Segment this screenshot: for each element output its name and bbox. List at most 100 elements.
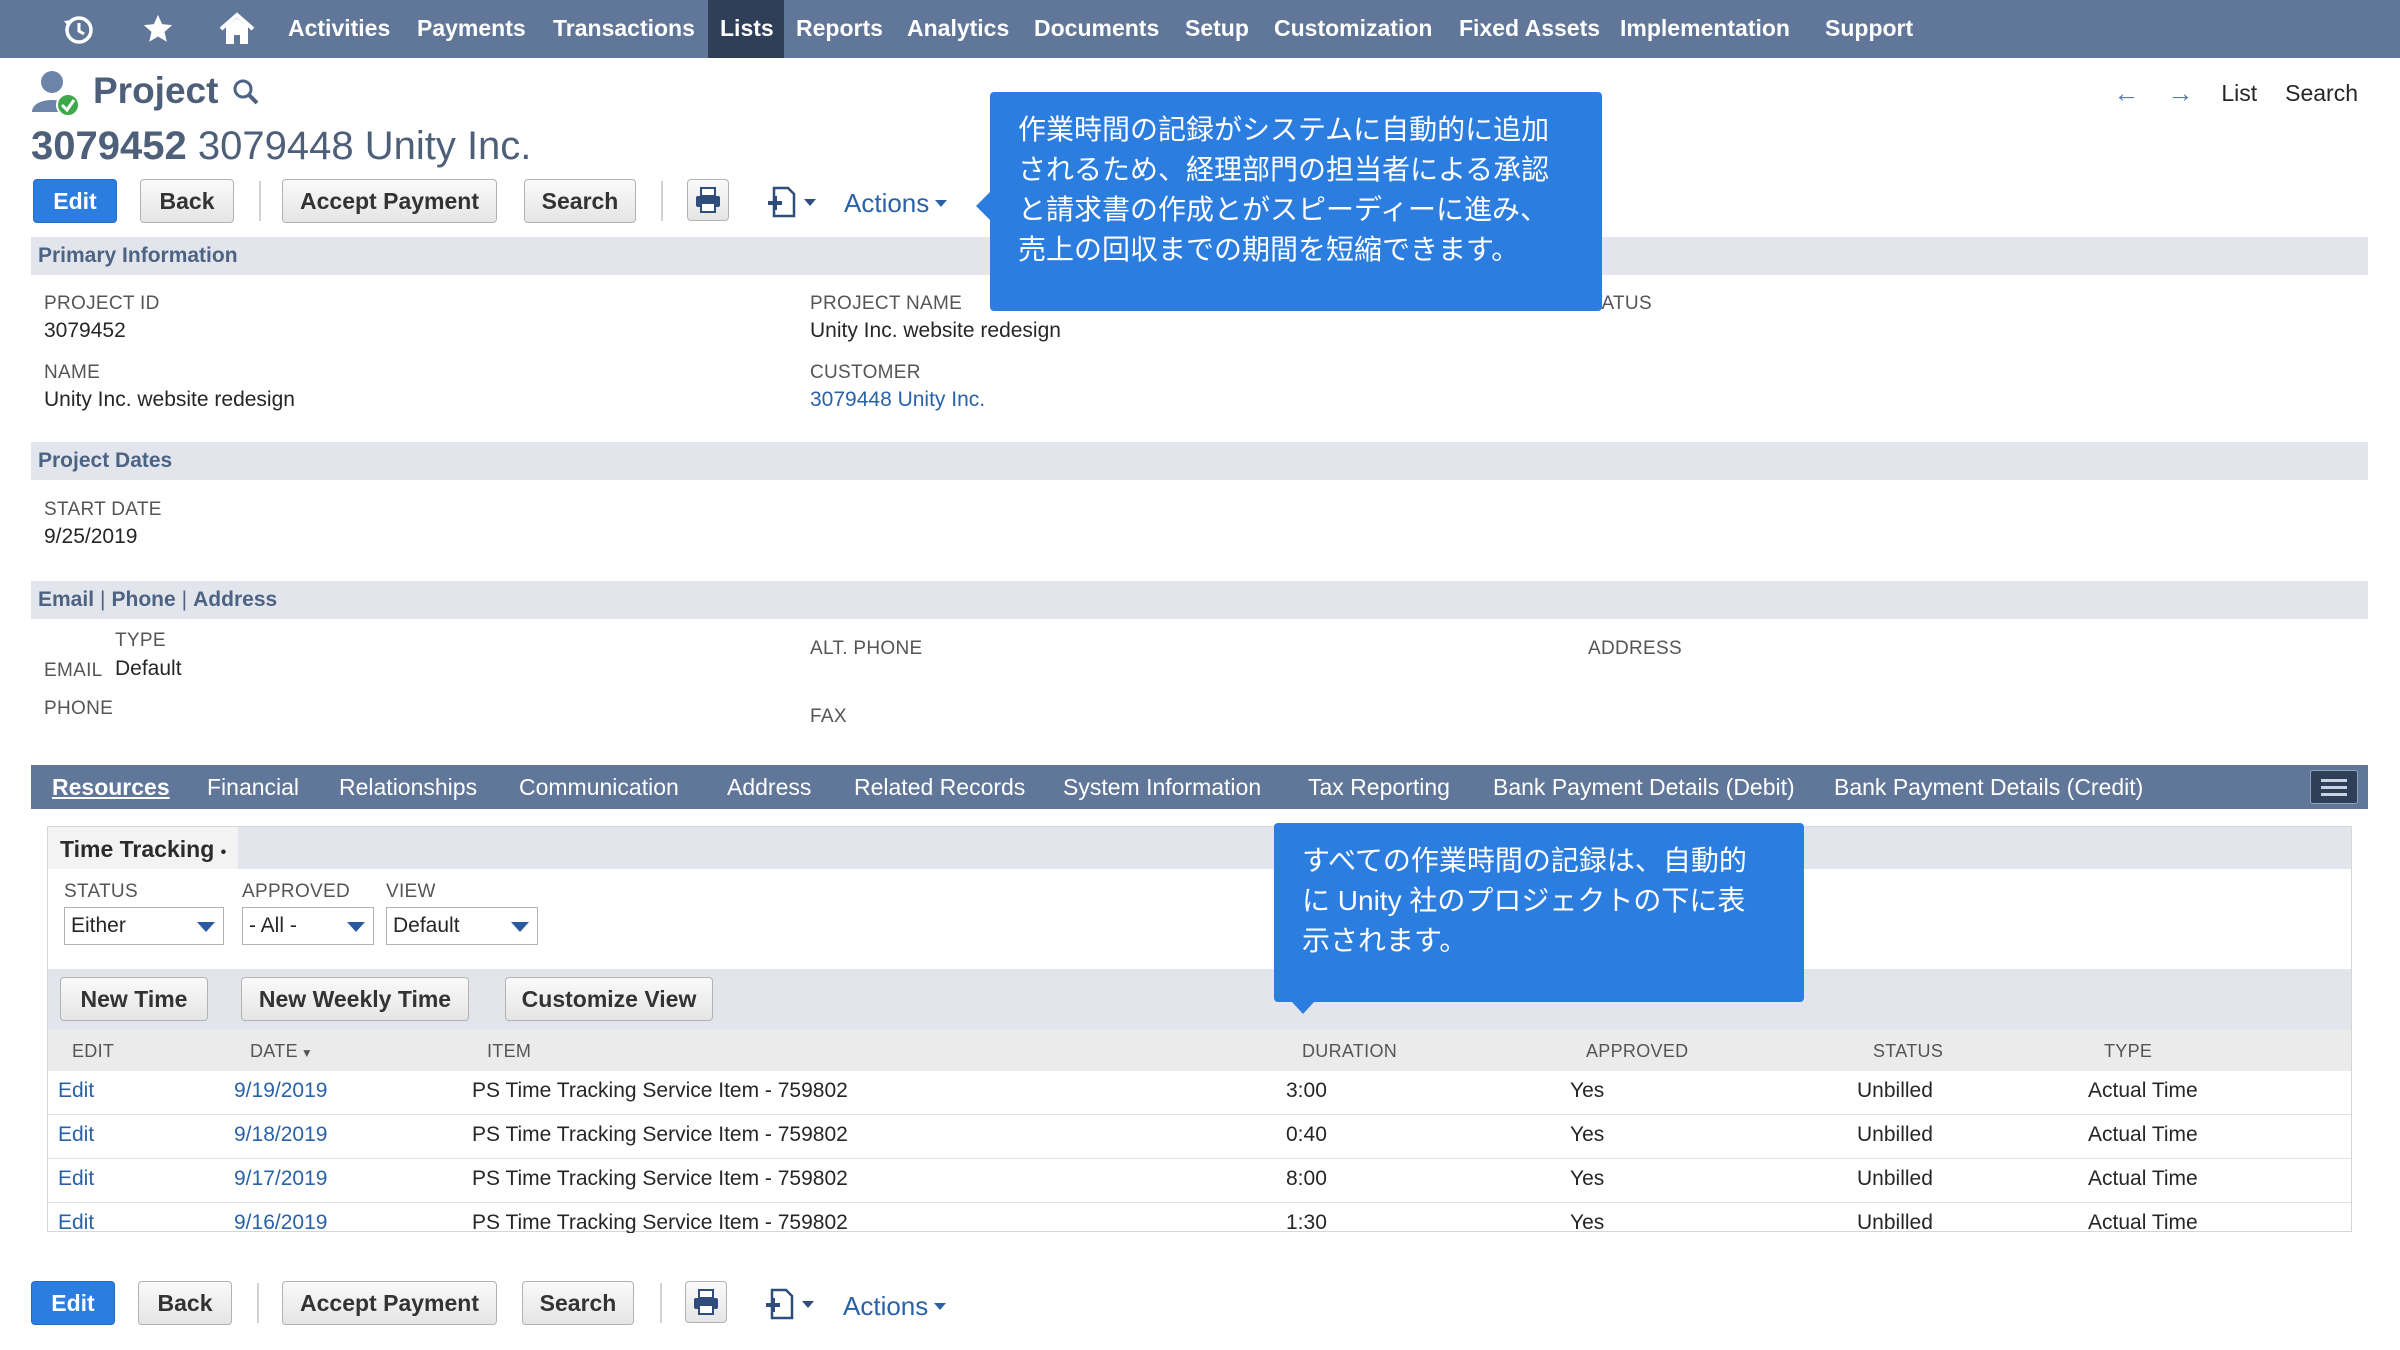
column-approved[interactable]: APPROVED: [1586, 1041, 1688, 1062]
row-type: Actual Time: [2088, 1211, 2198, 1233]
nav-analytics[interactable]: Analytics: [895, 0, 1021, 58]
column-status[interactable]: STATUS: [1873, 1041, 1943, 1062]
row-status: Unbilled: [1857, 1167, 1933, 1190]
star-icon[interactable]: [138, 0, 178, 58]
row-edit-link[interactable]: Edit: [58, 1123, 94, 1147]
name-label: NAME: [44, 362, 101, 383]
nav-support[interactable]: Support: [1813, 0, 1925, 58]
nav-transactions[interactable]: Transactions: [541, 0, 707, 58]
search-link[interactable]: Search: [2285, 80, 2358, 107]
nav-documents[interactable]: Documents: [1022, 0, 1171, 58]
row-duration: 3:00: [1286, 1079, 1327, 1102]
list-link[interactable]: List: [2221, 80, 2257, 107]
actions-menu-bottom[interactable]: Actions: [843, 1291, 947, 1322]
section-address-title: Address: [193, 588, 278, 611]
print-icon[interactable]: [687, 179, 729, 221]
new-time-button[interactable]: New Time: [60, 977, 208, 1021]
tab-communication[interactable]: Communication: [519, 765, 679, 809]
search-icon[interactable]: [232, 78, 260, 111]
tab-system-information[interactable]: System Information: [1063, 765, 1261, 809]
new-weekly-time-button[interactable]: New Weekly Time: [241, 977, 469, 1021]
section-project-dates[interactable]: Project Dates: [31, 442, 2368, 480]
row-date-link[interactable]: 9/17/2019: [234, 1167, 327, 1191]
tab-bank-payment-credit[interactable]: Bank Payment Details (Credit): [1834, 765, 2143, 809]
filter-status-select[interactable]: Either: [64, 907, 224, 945]
new-document-icon[interactable]: [766, 185, 816, 219]
edit-button-bottom[interactable]: Edit: [31, 1281, 115, 1325]
row-date-link[interactable]: 9/18/2019: [234, 1123, 327, 1147]
table-row: Edit 9/16/2019 PS Time Tracking Service …: [48, 1203, 2351, 1233]
arrow-left-icon[interactable]: ←: [2113, 78, 2139, 109]
fax-label: FAX: [810, 706, 847, 727]
column-date-label: DATE: [250, 1041, 298, 1061]
sort-desc-icon: ▼: [300, 1046, 314, 1060]
edit-button[interactable]: Edit: [33, 179, 117, 223]
row-edit-link[interactable]: Edit: [58, 1167, 94, 1191]
section-email-phone-address[interactable]: Email | Phone | Address: [31, 581, 2368, 619]
nav-lists[interactable]: Lists: [708, 0, 784, 58]
filter-view-select[interactable]: Default: [386, 907, 538, 945]
nav-setup[interactable]: Setup: [1173, 0, 1261, 58]
tab-time-tracking[interactable]: Time Tracking •: [48, 827, 239, 869]
callout-time-entries-listed: すべての作業時間の記録は、自動的 に Unity 社のプロジェクトの下に表 示さ…: [1274, 823, 1804, 1014]
toolbar-divider: [257, 1283, 259, 1323]
row-approved: Yes: [1570, 1123, 1605, 1146]
search-button[interactable]: Search: [524, 179, 636, 223]
new-document-icon[interactable]: [764, 1287, 814, 1321]
nav-fixed-assets[interactable]: Fixed Assets: [1447, 0, 1612, 58]
tab-tax-reporting[interactable]: Tax Reporting: [1308, 765, 1450, 809]
filter-status-label: STATUS: [64, 881, 138, 902]
tab-resources[interactable]: Resources: [52, 765, 170, 809]
callout-line: 作業時間の記録がシステムに自動的に追加: [1018, 114, 1550, 145]
tab-address[interactable]: Address: [727, 765, 811, 809]
nav-customization[interactable]: Customization: [1262, 0, 1444, 58]
nav-payments[interactable]: Payments: [405, 0, 538, 58]
accept-payment-button[interactable]: Accept Payment: [282, 179, 497, 223]
nav-reports[interactable]: Reports: [784, 0, 895, 58]
column-type[interactable]: TYPE: [2104, 1041, 2152, 1062]
chevron-down-icon: [935, 200, 948, 207]
nav-activities[interactable]: Activities: [276, 0, 402, 58]
filter-approved-select[interactable]: - All -: [242, 907, 374, 945]
callout-line: と請求書の作成とがスピーディーに進み、: [1018, 194, 1549, 225]
column-item[interactable]: ITEM: [487, 1041, 531, 1062]
callout-line: に Unity 社のプロジェクトの下に表: [1302, 885, 1746, 916]
column-date[interactable]: DATE ▼: [250, 1041, 313, 1062]
tab-relationships[interactable]: Relationships: [339, 765, 477, 809]
project-id-value: 3079452: [44, 319, 126, 342]
email-type-label: TYPE: [115, 630, 166, 651]
home-icon[interactable]: [215, 0, 259, 58]
row-item: PS Time Tracking Service Item - 759802: [472, 1079, 848, 1102]
nav-implementation[interactable]: Implementation: [1608, 0, 1802, 58]
tab-financial[interactable]: Financial: [207, 765, 299, 809]
customize-view-button[interactable]: Customize View: [505, 977, 713, 1021]
section-email-title: Email: [38, 588, 95, 611]
column-duration[interactable]: DURATION: [1302, 1041, 1397, 1062]
row-edit-link[interactable]: Edit: [58, 1211, 94, 1233]
back-button[interactable]: Back: [140, 179, 234, 223]
row-approved: Yes: [1570, 1211, 1605, 1233]
customer-link[interactable]: 3079448 Unity Inc.: [810, 388, 985, 412]
callout-pointer: [1292, 1002, 1314, 1014]
recent-icon[interactable]: [56, 0, 100, 58]
row-edit-link[interactable]: Edit: [58, 1079, 94, 1103]
start-date-value: 9/25/2019: [44, 525, 138, 548]
accept-payment-button-bottom[interactable]: Accept Payment: [282, 1281, 497, 1325]
print-icon[interactable]: [685, 1281, 727, 1323]
arrow-right-icon[interactable]: →: [2167, 78, 2193, 109]
tab-bank-payment-debit[interactable]: Bank Payment Details (Debit): [1493, 765, 1795, 809]
column-edit[interactable]: EDIT: [72, 1041, 114, 1062]
row-status: Unbilled: [1857, 1079, 1933, 1102]
expand-subtabs-icon[interactable]: [2310, 770, 2358, 804]
row-approved: Yes: [1570, 1079, 1605, 1102]
tab-related-records[interactable]: Related Records: [854, 765, 1025, 809]
row-date-link[interactable]: 9/16/2019: [234, 1211, 327, 1233]
project-name-value: Unity Inc. website redesign: [810, 319, 1061, 342]
start-date-label: START DATE: [44, 499, 162, 520]
email-type-value: Default: [115, 657, 182, 680]
back-button-bottom[interactable]: Back: [138, 1281, 232, 1325]
row-date-link[interactable]: 9/19/2019: [234, 1079, 327, 1103]
alt-phone-label: ALT. PHONE: [810, 638, 923, 659]
actions-menu[interactable]: Actions: [844, 188, 948, 219]
search-button-bottom[interactable]: Search: [522, 1281, 634, 1325]
